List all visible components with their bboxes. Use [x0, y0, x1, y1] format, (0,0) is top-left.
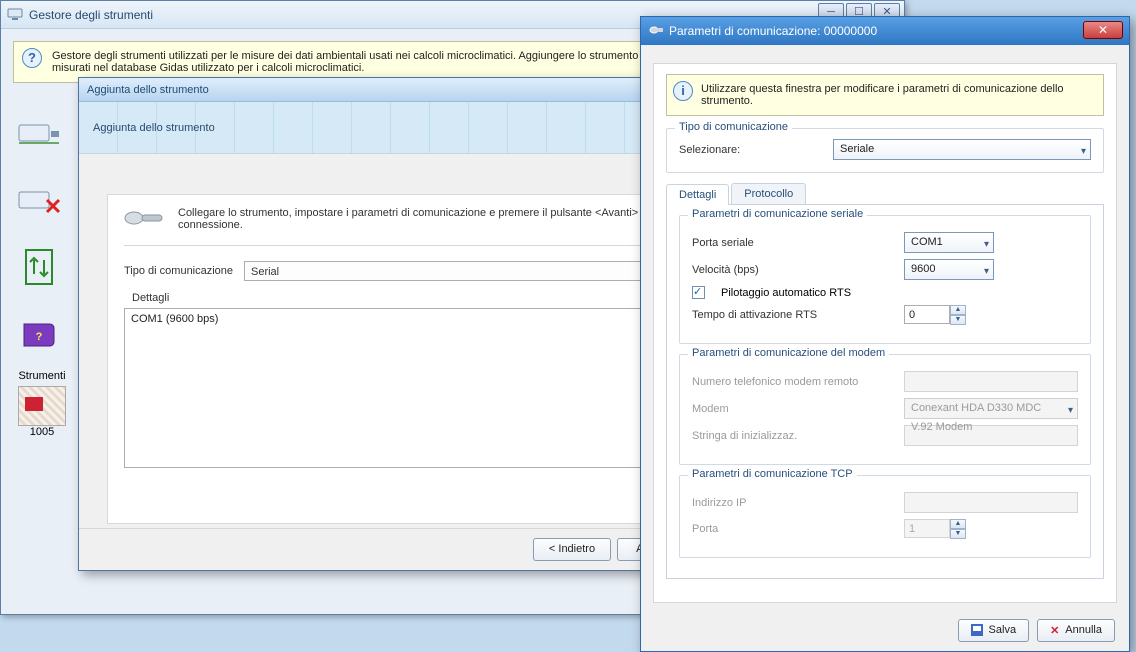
group-tcp: Parametri di comunicazione TCP Indirizzo…	[679, 475, 1091, 558]
group-serial-legend: Parametri di comunicazione seriale	[688, 208, 867, 220]
rts-time-label: Tempo di attivazione RTS	[692, 309, 892, 321]
tool-help-icon[interactable]: ?	[9, 307, 69, 362]
win3-title: Parametri di comunicazione: 00000000	[669, 24, 877, 38]
ip-input	[904, 492, 1078, 513]
cancel-button[interactable]: ✕ Annulla	[1037, 619, 1115, 642]
tab-protocollo[interactable]: Protocollo	[731, 183, 806, 204]
device-icon	[7, 6, 23, 23]
select-label: Selezionare:	[679, 144, 819, 156]
win3-note: i Utilizzare questa finestra per modific…	[666, 74, 1104, 116]
spin-down-icon[interactable]: ▼	[950, 315, 966, 325]
connector-icon	[124, 207, 164, 229]
group-tcp-legend: Parametri di comunicazione TCP	[688, 468, 857, 480]
tcp-port-label: Porta	[692, 523, 892, 535]
ip-label: Indirizzo IP	[692, 497, 892, 509]
close-button[interactable]: ✕	[1083, 21, 1123, 39]
group-comm-type-legend: Tipo di comunicazione	[675, 121, 792, 133]
tool-device-connected-icon[interactable]	[9, 106, 69, 161]
group-serial: Parametri di comunicazione seriale Porta…	[679, 215, 1091, 344]
win3-titlebar[interactable]: Parametri di comunicazione: 00000000 ✕	[641, 17, 1129, 45]
serial-port-label: Porta seriale	[692, 237, 892, 249]
rts-checkbox[interactable]	[692, 286, 705, 299]
modem-num-input	[904, 371, 1078, 392]
tab-dettagli[interactable]: Dettagli	[666, 184, 729, 205]
spin-down-icon: ▼	[950, 529, 966, 539]
rts-checkbox-label: Pilotaggio automatico RTS	[721, 287, 851, 299]
win2-title: Aggiunta dello strumento	[87, 84, 209, 96]
spin-up-icon[interactable]: ▲	[950, 305, 966, 315]
back-button[interactable]: < Indietro	[533, 538, 611, 561]
speed-label: Velocità (bps)	[692, 264, 892, 276]
modem-select: Conexant HDA D330 MDC V.92 Modem	[904, 398, 1078, 419]
win3-footer: Salva ✕ Annulla	[641, 609, 1129, 651]
spin-up-icon: ▲	[950, 519, 966, 529]
save-button[interactable]: Salva	[958, 619, 1030, 642]
tipo-label: Tipo di comunicazione	[124, 265, 244, 277]
serial-port-select[interactable]: COM1	[904, 232, 994, 253]
cancel-icon: ✕	[1050, 624, 1059, 637]
comm-type-select[interactable]: Seriale	[833, 139, 1091, 160]
win2-header-text: Aggiunta dello strumento	[93, 122, 215, 134]
group-comm-type: Tipo di comunicazione Selezionare: Seria…	[666, 128, 1104, 173]
svg-text:?: ?	[36, 331, 43, 343]
info-icon: ?	[22, 48, 42, 68]
rts-time-spinner[interactable]: ▲ ▼	[904, 305, 966, 325]
tabs: Dettagli Protocollo	[666, 183, 1104, 205]
thumb-caption: 1005	[9, 426, 75, 438]
win3-note-text: Utilizzare questa finestra per modificar…	[701, 83, 1064, 107]
save-button-label: Salva	[989, 624, 1017, 636]
modem-init-label: Stringa di inizializzaz.	[692, 430, 892, 442]
tabpanel-dettagli: Parametri di comunicazione seriale Porta…	[666, 205, 1104, 579]
win3-body: i Utilizzare questa finestra per modific…	[653, 63, 1117, 603]
win1-sidebar: ? Strumenti 1005	[9, 106, 75, 438]
info-icon: i	[673, 81, 693, 101]
speed-select[interactable]: 9600	[904, 259, 994, 280]
save-icon	[971, 624, 983, 636]
comm-params-dialog: Parametri di comunicazione: 00000000 ✕ i…	[640, 16, 1130, 652]
modem-num-label: Numero telefonico modem remoto	[692, 376, 892, 388]
modem-label: Modem	[692, 403, 892, 415]
rts-time-input[interactable]	[904, 305, 950, 324]
tcp-port-input	[904, 519, 950, 538]
tcp-port-spinner: ▲ ▼	[904, 519, 966, 539]
group-modem: Parametri di comunicazione del modem Num…	[679, 354, 1091, 465]
tool-refresh-icon[interactable]	[9, 240, 69, 295]
serial-icon	[649, 24, 663, 39]
instrument-thumbnail[interactable]	[18, 386, 66, 426]
sidebar-label: Strumenti	[9, 370, 75, 382]
group-modem-legend: Parametri di comunicazione del modem	[688, 347, 889, 359]
cancel-button-label: Annulla	[1065, 624, 1102, 636]
tool-device-remove-icon[interactable]	[9, 173, 69, 228]
